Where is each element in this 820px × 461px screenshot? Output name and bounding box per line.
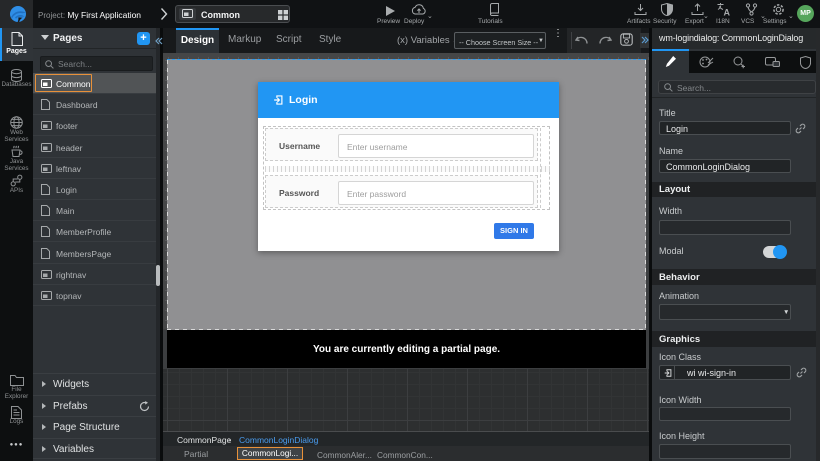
svg-text:A: A	[724, 8, 731, 17]
